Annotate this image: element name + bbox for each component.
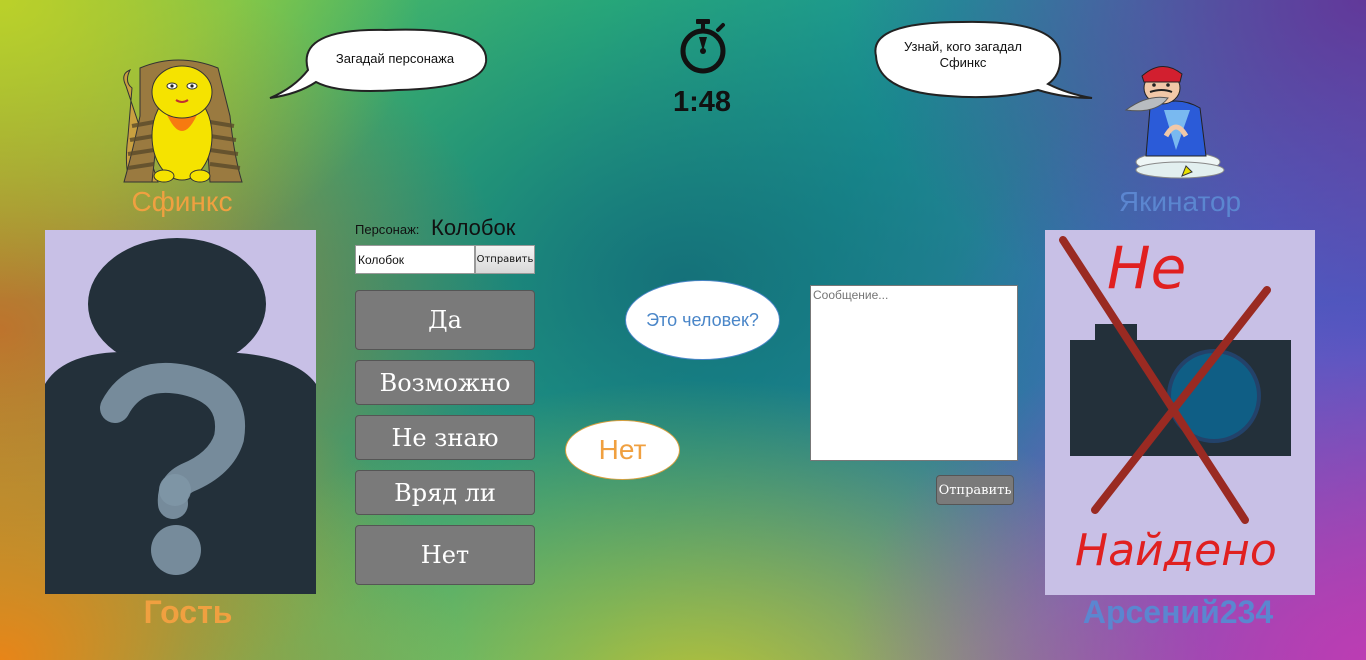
opponent-username: Арсений234	[1082, 594, 1274, 630]
akinator-speech-bubble: Узнай, кого загадал Сфинкс	[868, 16, 1094, 100]
guest-username: Гость	[143, 594, 233, 630]
answer-text: Нет	[598, 434, 647, 465]
akinator-role-name: Якинатор	[1118, 186, 1242, 217]
camera-icon	[1070, 324, 1291, 456]
character-submit-button[interactable]: Отправить	[475, 245, 535, 274]
answer-unlikely-button[interactable]: Вряд ли	[355, 470, 535, 515]
stopwatch-icon	[677, 18, 729, 76]
message-textarea[interactable]	[810, 285, 1018, 461]
not-text-top: Не	[1107, 234, 1186, 302]
character-label: Персонаж:	[355, 222, 420, 237]
sphinx-speech-text: Загадай персонажа	[335, 51, 455, 66]
answer-maybe-button[interactable]: Возможно	[355, 360, 535, 405]
opponent-avatar: Не Найдено	[1045, 230, 1315, 595]
question-text: Это человек?	[646, 309, 759, 330]
question-bubble: Это человек?	[625, 280, 780, 360]
sphinx-image	[118, 56, 246, 186]
answer-yes-button[interactable]: Да	[355, 290, 535, 350]
not-found-text: Найдено	[1075, 525, 1277, 576]
character-input[interactable]	[355, 245, 475, 274]
message-send-button[interactable]: Отправить	[936, 475, 1014, 505]
timer-value: 1:48	[672, 86, 732, 118]
akinator-image	[1120, 58, 1238, 180]
sphinx-speech-bubble: Загадай персонажа	[268, 24, 492, 100]
answer-dont-know-button[interactable]: Не знаю	[355, 415, 535, 460]
akinator-speech-text: Узнай, кого загадал Сфинкс	[903, 39, 1023, 70]
answer-no-button[interactable]: Нет	[355, 525, 535, 585]
sphinx-role-name: Сфинкс	[131, 186, 233, 217]
answer-bubble: Нет	[565, 420, 680, 480]
character-value: Колобок	[431, 215, 516, 240]
guest-avatar	[45, 230, 316, 594]
